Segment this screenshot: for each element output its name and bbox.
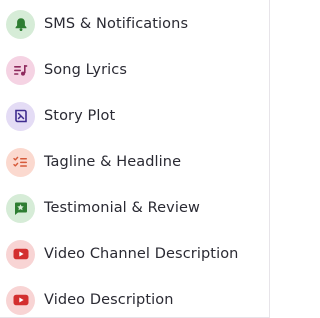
list-item-testimonial-review[interactable]: Testimonial & Review [6, 191, 200, 225]
list-item-story-plot[interactable]: Story Plot [6, 99, 115, 133]
youtube-icon [6, 239, 35, 269]
list-item-label: Video Channel Description [44, 246, 239, 262]
list-item-label: Testimonial & Review [44, 200, 200, 216]
list-item-video-description[interactable]: Video Description [6, 283, 174, 317]
list-item-label: Song Lyrics [44, 62, 128, 78]
list-item-sms-notifications[interactable]: SMS & Notifications [6, 7, 188, 41]
list-item-label: Tagline & Headline [44, 154, 182, 170]
list-item-video-channel-description[interactable]: Video Channel Description [6, 237, 238, 271]
list-item-song-lyrics[interactable]: Song Lyrics [6, 53, 127, 87]
bell-icon [6, 9, 35, 39]
book-icon [6, 101, 35, 131]
checklist-icon [6, 147, 35, 177]
music-note-icon [6, 55, 35, 85]
list-item-label: Story Plot [44, 108, 116, 124]
list-item-label: SMS & Notifications [44, 16, 189, 32]
list-item-label: Video Description [44, 292, 174, 308]
review-icon [6, 193, 35, 223]
youtube-icon [6, 285, 35, 315]
template-category-list: SMS & Notifications Song Lyrics Story Pl… [0, 0, 270, 318]
list-item-tagline-headline[interactable]: Tagline & Headline [6, 145, 181, 179]
